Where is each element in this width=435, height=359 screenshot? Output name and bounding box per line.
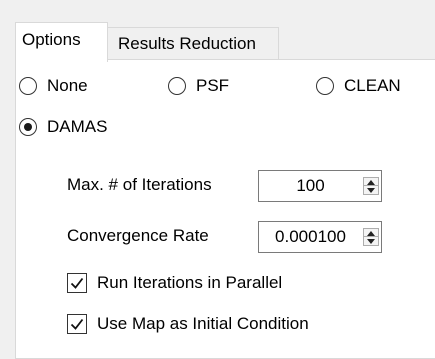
max-iterations-stepper[interactable]: 100 [258,170,382,202]
check-mark-icon [70,318,84,330]
run-parallel-checkbox[interactable] [67,273,87,293]
tab-results-reduction-label: Results Reduction [118,34,256,53]
radio-clean-label: CLEAN [344,76,401,95]
convergence-rate-value[interactable]: 0.000100 [262,222,359,252]
convergence-rate-stepper[interactable]: 0.000100 [258,221,382,253]
convergence-rate-label: Convergence Rate [67,226,209,245]
radio-none[interactable]: None [19,76,88,96]
convergence-rate-down-button[interactable] [364,236,378,245]
tab-options-label: Options [22,30,81,49]
max-iterations-label: Max. # of Iterations [67,175,212,194]
radio-damas[interactable]: DAMAS [19,117,107,137]
radio-damas-label: DAMAS [47,117,108,136]
run-parallel-label: Run Iterations in Parallel [97,273,283,292]
convergence-rate-spin-buttons [363,228,379,246]
use-map-initial-checkbox[interactable] [67,314,87,334]
spin-up-icon [367,230,375,236]
tab-strip: Options Results Reduction [0,0,435,62]
run-parallel-checkbox-row[interactable]: Run Iterations in Parallel [67,273,282,293]
spin-down-icon [367,238,375,244]
radio-damas-circle[interactable] [19,118,37,136]
max-iterations-value[interactable]: 100 [262,171,359,201]
max-iterations-label-row: Max. # of Iterations [67,175,212,195]
radio-psf-label: PSF [196,76,230,95]
spin-down-icon [367,187,375,193]
radio-psf[interactable]: PSF [168,76,229,96]
radio-none-label: None [47,76,88,95]
use-map-initial-label: Use Map as Initial Condition [97,314,309,333]
radio-clean[interactable]: CLEAN [316,76,401,96]
tab-options[interactable]: Options [15,22,108,62]
check-mark-icon [70,277,84,289]
convergence-rate-label-row: Convergence Rate [67,226,209,246]
max-iterations-spin-buttons [363,177,379,195]
tab-results-reduction[interactable]: Results Reduction [108,27,279,59]
use-map-initial-checkbox-row[interactable]: Use Map as Initial Condition [67,314,309,334]
radio-psf-circle[interactable] [168,77,186,95]
max-iterations-down-button[interactable] [364,185,378,194]
radio-none-circle[interactable] [19,77,37,95]
spin-up-icon [367,179,375,185]
radio-clean-circle[interactable] [316,77,334,95]
